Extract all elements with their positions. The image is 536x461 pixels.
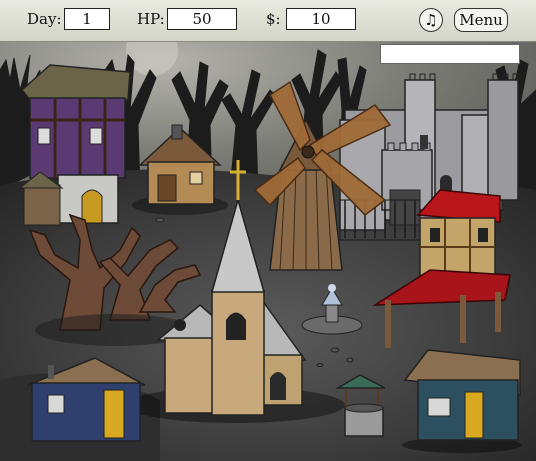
music-note-icon: ♫	[424, 11, 438, 29]
message-box	[380, 44, 520, 64]
well[interactable]	[335, 374, 386, 437]
village-scene	[0, 24, 536, 461]
tudor-house[interactable]	[18, 64, 131, 226]
hp-value: 50	[167, 8, 237, 30]
menu-button[interactable]: Menu	[454, 8, 508, 32]
money-value: 10	[286, 8, 356, 30]
music-toggle-button[interactable]: ♫	[419, 8, 443, 32]
hp-label: HP:	[137, 10, 165, 28]
teal-cottage[interactable]	[402, 349, 522, 453]
day-value: 1	[64, 8, 110, 30]
hud-bar: Day: 1 HP: 50 $: 10 ♫ Menu	[0, 0, 536, 42]
money-label: $:	[266, 10, 281, 28]
day-label: Day:	[27, 10, 62, 28]
game-view: Day: 1 HP: 50 $: 10 ♫ Menu	[0, 0, 536, 461]
